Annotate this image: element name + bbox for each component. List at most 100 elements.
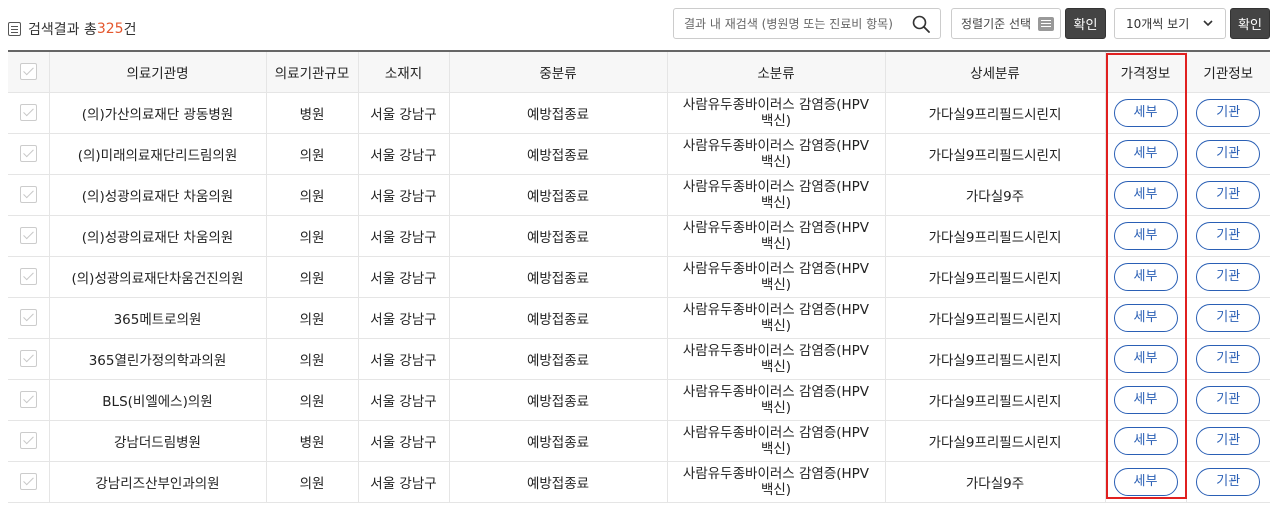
sub-category: 사람유두종바이러스 감염증(HPV 백신) [667, 256, 886, 298]
price-detail-button[interactable]: 세부 [1113, 98, 1178, 127]
facility-info-button[interactable]: 기관 [1196, 180, 1261, 209]
facility-size: 의원 [266, 297, 359, 339]
row-checkbox[interactable] [19, 145, 37, 162]
header-facility-info: 기관정보 [1186, 50, 1270, 93]
facility-name: (의)성광의료재단차움건진의원 [49, 256, 267, 298]
price-detail-button[interactable]: 세부 [1113, 344, 1178, 373]
facility-info-button[interactable]: 기관 [1196, 467, 1261, 496]
facility-info-button[interactable]: 기관 [1196, 139, 1261, 168]
sub-category: 사람유두종바이러스 감염증(HPV 백신) [667, 92, 886, 134]
facility-location: 서울 강남구 [358, 174, 450, 216]
facility-name: BLS(비엘에스)의원 [49, 379, 267, 421]
facility-info-cell: 기관 [1186, 215, 1270, 257]
search-icon[interactable] [912, 15, 930, 33]
table-row: 강남리즈산부인과의원 의원 서울 강남구 예방접종료 사람유두종바이러스 감염증(HPV… [8, 461, 1270, 503]
row-checkbox[interactable] [19, 350, 37, 367]
header-name: 의료기관명 [49, 50, 267, 93]
sub-category: 사람유두종바이러스 감염증(HPV 백신) [667, 297, 886, 339]
row-checkbox[interactable] [19, 104, 37, 121]
price-info-cell: 세부 [1105, 379, 1187, 421]
mid-category: 예방접종료 [449, 174, 668, 216]
facility-info-cell: 기관 [1186, 338, 1270, 380]
list-icon [8, 22, 21, 36]
facility-name: 365열린가정의학과의원 [49, 338, 267, 380]
facility-size: 의원 [266, 256, 359, 298]
price-info-cell: 세부 [1105, 338, 1187, 380]
sub-category-line-1: 사람유두종바이러스 감염증(HPV [682, 178, 870, 195]
price-detail-button[interactable]: 세부 [1113, 139, 1178, 168]
facility-size: 병원 [266, 92, 359, 134]
header-location: 소재지 [358, 50, 450, 93]
facility-info-button[interactable]: 기관 [1196, 303, 1261, 332]
price-detail-button[interactable]: 세부 [1113, 467, 1178, 496]
sort-confirm-button[interactable]: 확인 [1065, 8, 1106, 39]
facility-info-button[interactable]: 기관 [1196, 385, 1261, 414]
mid-category: 예방접종료 [449, 215, 668, 257]
row-checkbox[interactable] [19, 268, 37, 285]
table-row: (의)가산의료재단 광동병원 병원 서울 강남구 예방접종료 사람유두종바이러스 감염증… [8, 92, 1270, 134]
facility-location: 서울 강남구 [358, 297, 450, 339]
sub-category: 사람유두종바이러스 감염증(HPV 백신) [667, 420, 886, 462]
price-detail-button[interactable]: 세부 [1113, 426, 1178, 455]
facility-info-cell: 기관 [1186, 256, 1270, 298]
page-size-confirm-button[interactable]: 확인 [1230, 8, 1270, 39]
sub-category: 사람유두종바이러스 감염증(HPV 백신) [667, 133, 886, 175]
facility-info-button[interactable]: 기관 [1196, 344, 1261, 373]
sub-category-line-1: 사람유두종바이러스 감염증(HPV [682, 137, 870, 154]
row-checkbox[interactable] [19, 432, 37, 449]
sub-category-line-1: 사람유두종바이러스 감염증(HPV [682, 260, 870, 277]
facility-info-cell: 기관 [1186, 297, 1270, 339]
sub-category: 사람유두종바이러스 감염증(HPV 백신) [667, 379, 886, 421]
sub-category-line-1: 사람유두종바이러스 감염증(HPV [682, 301, 870, 318]
facility-location: 서울 강남구 [358, 256, 450, 298]
facility-size: 의원 [266, 379, 359, 421]
sub-category-line-2: 백신) [760, 440, 792, 457]
detail-category: 가다실9주 [885, 461, 1106, 503]
mid-category: 예방접종료 [449, 256, 668, 298]
row-checkbox[interactable] [19, 309, 37, 326]
facility-name: 365메트로의원 [49, 297, 267, 339]
facility-name: 강남리즈산부인과의원 [49, 461, 267, 503]
sub-category: 사람유두종바이러스 감염증(HPV 백신) [667, 215, 886, 257]
row-checkbox[interactable] [19, 391, 37, 408]
price-info-cell: 세부 [1105, 174, 1187, 216]
sub-category-line-2: 백신) [760, 317, 792, 334]
facility-size: 의원 [266, 133, 359, 175]
header-size: 의료기관규모 [266, 50, 359, 93]
sub-category-line-1: 사람유두종바이러스 감염증(HPV [682, 465, 870, 482]
header-detail-category: 상세분류 [885, 50, 1106, 93]
price-detail-button[interactable]: 세부 [1113, 385, 1178, 414]
facility-info-cell: 기관 [1186, 379, 1270, 421]
facility-size: 병원 [266, 420, 359, 462]
price-detail-button[interactable]: 세부 [1113, 180, 1178, 209]
detail-category: 가다실9프리필드시린지 [885, 256, 1106, 298]
row-select-cell [8, 379, 50, 421]
table-row: (의)성광의료재단 차움의원 의원 서울 강남구 예방접종료 사람유두종바이러스 감염증… [8, 174, 1270, 216]
result-count: 검색결과 총 325 건 [8, 19, 136, 39]
table-row: 365메트로의원 의원 서울 강남구 예방접종료 사람유두종바이러스 감염증(HPV 백신… [8, 297, 1270, 339]
sub-category-line-2: 백신) [760, 481, 792, 498]
sub-category-line-1: 사람유두종바이러스 감염증(HPV [682, 342, 870, 359]
page-size-select[interactable]: 10개씩 보기 [1114, 8, 1226, 39]
facility-info-button[interactable]: 기관 [1196, 262, 1261, 291]
facility-info-button[interactable]: 기관 [1196, 98, 1261, 127]
row-checkbox[interactable] [19, 473, 37, 490]
sort-select-button[interactable]: 정렬기준 선택 [951, 8, 1061, 39]
facility-info-button[interactable]: 기관 [1196, 426, 1261, 455]
price-detail-button[interactable]: 세부 [1113, 303, 1178, 332]
results-table: 의료기관명 의료기관규모 소재지 중분류 소분류 상세분류 가격정보 기관정보 … [8, 50, 1270, 503]
price-detail-button[interactable]: 세부 [1113, 262, 1178, 291]
detail-category: 가다실9프리필드시린지 [885, 215, 1106, 257]
mid-category: 예방접종료 [449, 92, 668, 134]
detail-category: 가다실9프리필드시린지 [885, 133, 1106, 175]
facility-info-cell: 기관 [1186, 133, 1270, 175]
re-search-input[interactable] [674, 9, 904, 38]
price-detail-button[interactable]: 세부 [1113, 221, 1178, 250]
facility-name: (의)성광의료재단 차움의원 [49, 174, 267, 216]
mid-category: 예방접종료 [449, 379, 668, 421]
detail-category: 가다실9프리필드시린지 [885, 297, 1106, 339]
select-all-checkbox[interactable] [19, 63, 37, 81]
row-checkbox[interactable] [19, 186, 37, 203]
row-checkbox[interactable] [19, 227, 37, 244]
facility-info-button[interactable]: 기관 [1196, 221, 1261, 250]
